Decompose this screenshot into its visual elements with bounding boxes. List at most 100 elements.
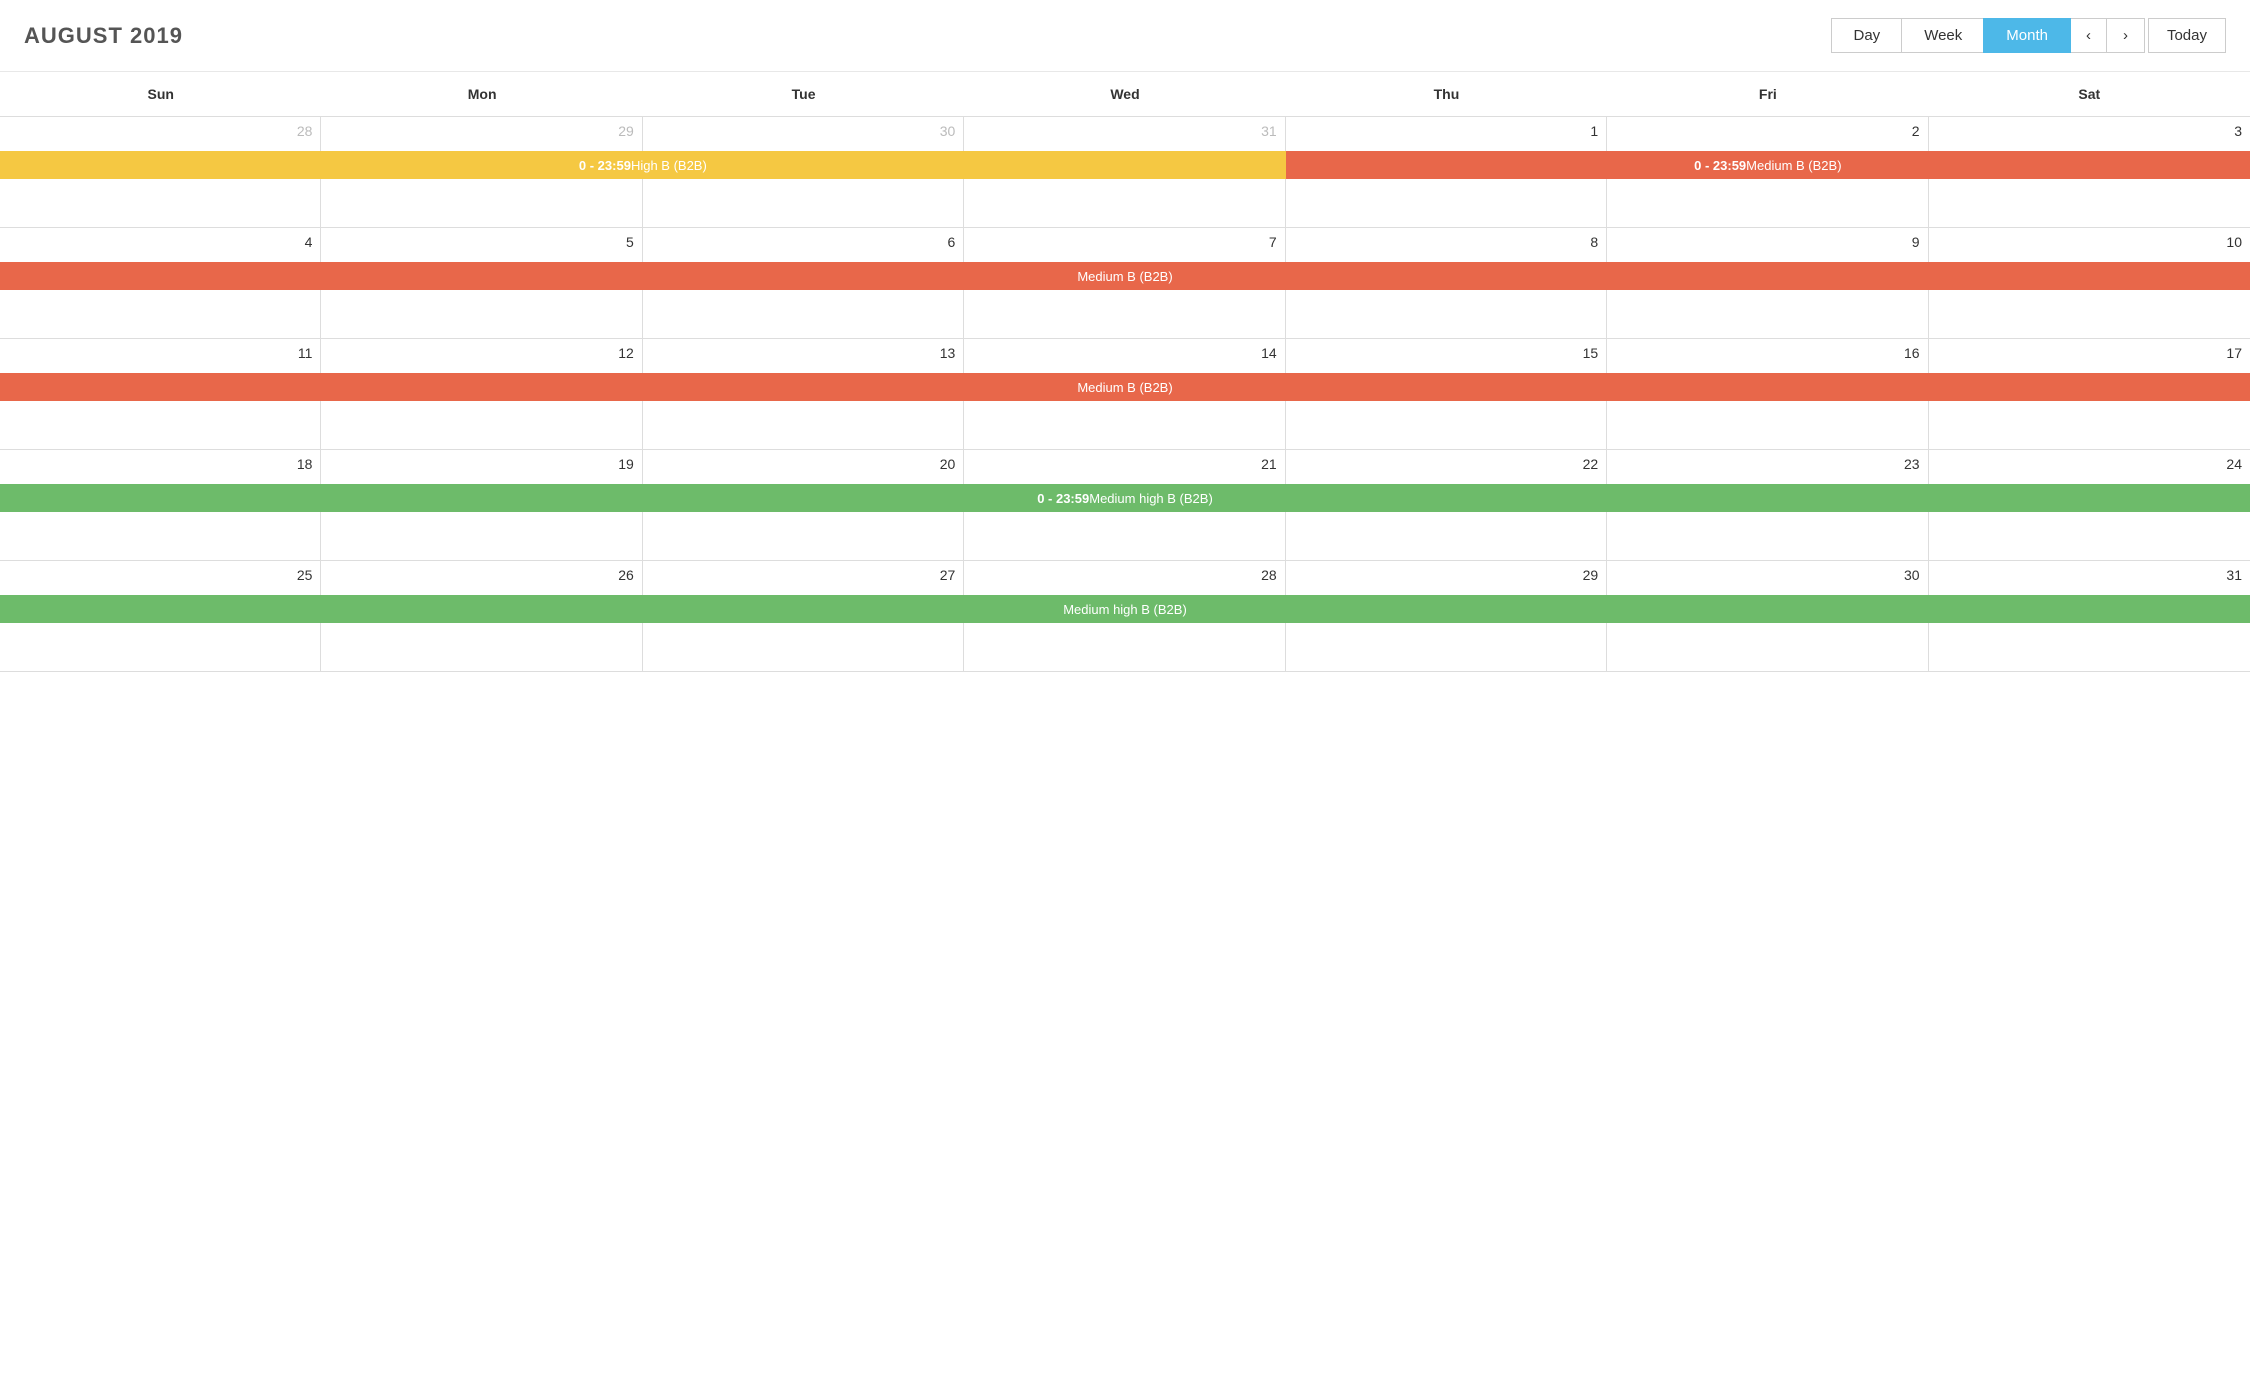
view-week-button[interactable]: Week	[1901, 18, 1985, 53]
calendar-cell[interactable]: 18	[0, 450, 321, 560]
view-month-button[interactable]: Month	[1983, 18, 2071, 53]
calendar-cell[interactable]: 31	[1929, 561, 2250, 671]
prev-button[interactable]: ‹	[2069, 18, 2108, 53]
calendar-cell[interactable]: 5	[321, 228, 642, 338]
day-number: 11	[8, 345, 312, 361]
day-number: 31	[972, 123, 1276, 139]
day-number: 5	[329, 234, 633, 250]
day-number: 1	[1294, 123, 1598, 139]
day-number: 18	[8, 456, 312, 472]
calendar-cell[interactable]: 21	[964, 450, 1285, 560]
day-number: 30	[1615, 567, 1919, 583]
calendar-cell[interactable]: 20	[643, 450, 964, 560]
day-number: 10	[1937, 234, 2242, 250]
day-number: 16	[1615, 345, 1919, 361]
day-number: 3	[1937, 123, 2242, 139]
calendar-title: AUGUST 2019	[24, 23, 1832, 49]
calendar-cell[interactable]: 13	[643, 339, 964, 449]
calendar-cell[interactable]: 16	[1607, 339, 1928, 449]
calendar-cell[interactable]: 2	[1607, 117, 1928, 227]
calendar-cell[interactable]: 4	[0, 228, 321, 338]
calendar-cell[interactable]: 1	[1286, 117, 1607, 227]
calendar-cell[interactable]: 29	[321, 117, 642, 227]
day-number: 21	[972, 456, 1276, 472]
day-header-wed: Wed	[964, 72, 1285, 116]
day-number: 24	[1937, 456, 2242, 472]
day-number: 7	[972, 234, 1276, 250]
calendar: SunMonTueWedThuFriSat 282930311230 - 23:…	[0, 72, 2250, 672]
calendar-cell[interactable]: 7	[964, 228, 1285, 338]
calendar-cell[interactable]: 15	[1286, 339, 1607, 449]
calendar-cell[interactable]: 14	[964, 339, 1285, 449]
day-header-mon: Mon	[321, 72, 642, 116]
calendar-cell[interactable]: 29	[1286, 561, 1607, 671]
week-cells-3: 18 19 20 21 22 23 24	[0, 450, 2250, 561]
calendar-grid: 282930311230 - 23:59 High B (B2B)0 - 23:…	[0, 117, 2250, 672]
next-button[interactable]: ›	[2106, 18, 2145, 53]
calendar-cell[interactable]: 8	[1286, 228, 1607, 338]
week-cells-2: 11 12 13 14 15 16 17	[0, 339, 2250, 450]
calendar-cell[interactable]: 23	[1607, 450, 1928, 560]
day-number: 29	[329, 123, 633, 139]
day-number: 2	[1615, 123, 1919, 139]
day-number: 23	[1615, 456, 1919, 472]
day-header-sat: Sat	[1929, 72, 2250, 116]
day-number: 12	[329, 345, 633, 361]
week-row-0: 282930311230 - 23:59 High B (B2B)0 - 23:…	[0, 117, 2250, 228]
calendar-header: AUGUST 2019 Day Week Month ‹ › Today	[0, 0, 2250, 72]
view-switcher: Day Week Month	[1832, 18, 2070, 53]
calendar-cell[interactable]: 26	[321, 561, 642, 671]
calendar-cell[interactable]: 28	[0, 117, 321, 227]
nav-buttons: ‹ › Today	[2070, 18, 2226, 53]
day-number: 27	[651, 567, 955, 583]
day-number: 30	[651, 123, 955, 139]
day-number: 17	[1937, 345, 2242, 361]
week-cells-1: 4 5 6 7 8 9 10	[0, 228, 2250, 339]
week-row-3: 181920212223240 - 23:59 Medium high B (B…	[0, 450, 2250, 561]
today-button[interactable]: Today	[2148, 18, 2226, 53]
calendar-cell[interactable]: 31	[964, 117, 1285, 227]
week-row-4: 25262728293031Medium high B (B2B)	[0, 561, 2250, 672]
day-number: 6	[651, 234, 955, 250]
calendar-cell[interactable]: 28	[964, 561, 1285, 671]
calendar-cell[interactable]: 3	[1929, 117, 2250, 227]
day-number: 8	[1294, 234, 1598, 250]
day-number: 28	[8, 123, 312, 139]
calendar-cell[interactable]: 10	[1929, 228, 2250, 338]
days-header: SunMonTueWedThuFriSat	[0, 72, 2250, 117]
day-header-thu: Thu	[1286, 72, 1607, 116]
day-number: 13	[651, 345, 955, 361]
calendar-cell[interactable]: 30	[643, 117, 964, 227]
day-number: 20	[651, 456, 955, 472]
calendar-cell[interactable]: 12	[321, 339, 642, 449]
day-number: 9	[1615, 234, 1919, 250]
week-cells-4: 25 26 27 28 29 30 31	[0, 561, 2250, 672]
week-cells-0: 28 29 30 31 1 2 3	[0, 117, 2250, 228]
calendar-cell[interactable]: 27	[643, 561, 964, 671]
week-row-1: 45678910Medium B (B2B)	[0, 228, 2250, 339]
calendar-cell[interactable]: 9	[1607, 228, 1928, 338]
calendar-cell[interactable]: 22	[1286, 450, 1607, 560]
day-number: 22	[1294, 456, 1598, 472]
calendar-cell[interactable]: 25	[0, 561, 321, 671]
calendar-cell[interactable]: 17	[1929, 339, 2250, 449]
week-row-2: 11121314151617Medium B (B2B)	[0, 339, 2250, 450]
day-header-fri: Fri	[1607, 72, 1928, 116]
day-number: 15	[1294, 345, 1598, 361]
calendar-cell[interactable]: 19	[321, 450, 642, 560]
day-number: 25	[8, 567, 312, 583]
day-number: 14	[972, 345, 1276, 361]
day-number: 31	[1937, 567, 2242, 583]
day-number: 19	[329, 456, 633, 472]
calendar-cell[interactable]: 24	[1929, 450, 2250, 560]
day-number: 26	[329, 567, 633, 583]
day-header-sun: Sun	[0, 72, 321, 116]
calendar-cell[interactable]: 11	[0, 339, 321, 449]
view-day-button[interactable]: Day	[1831, 18, 1904, 53]
calendar-cell[interactable]: 30	[1607, 561, 1928, 671]
calendar-cell[interactable]: 6	[643, 228, 964, 338]
day-number: 4	[8, 234, 312, 250]
day-number: 28	[972, 567, 1276, 583]
day-header-tue: Tue	[643, 72, 964, 116]
day-number: 29	[1294, 567, 1598, 583]
